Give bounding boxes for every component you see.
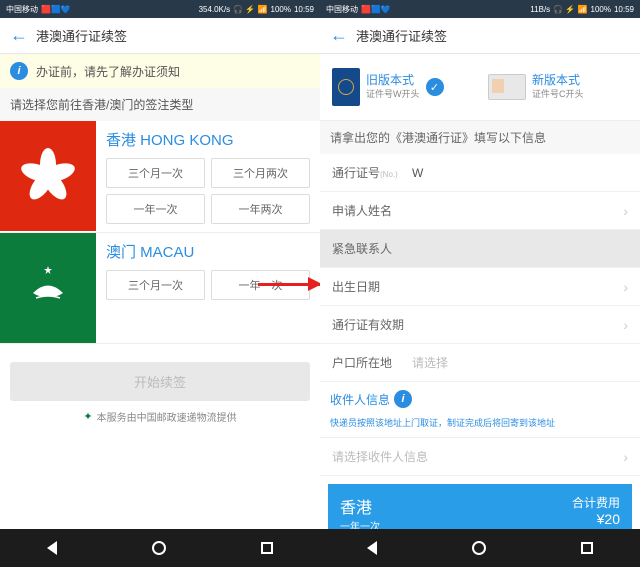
- hongkong-card: 香港 HONG KONG 三个月一次 三个月两次 一年一次 一年两次: [0, 121, 320, 233]
- right-screen: 中国移动🟥🟦💙 11B/s🎧 ⚡ 📶100%10:59 ← 港澳通行证续签 旧版…: [320, 0, 640, 567]
- info-icon[interactable]: i: [394, 390, 412, 408]
- page-title: 港澳通行证续签: [36, 26, 127, 45]
- left-screen: 中国移动🟥🟦💙 354.0K/s🎧 ⚡ 📶100%10:59 ← 港澳通行证续签…: [0, 0, 320, 567]
- service-note: ✦ 本服务由中国邮政速递物流提供: [0, 409, 320, 424]
- start-button[interactable]: 开始续签: [10, 362, 310, 401]
- status-bar: 中国移动🟥🟦💙 354.0K/s🎧 ⚡ 📶100%10:59: [0, 0, 320, 18]
- ems-icon: ✦: [83, 410, 92, 423]
- mo-opt-1y-once[interactable]: 一年一次: [211, 270, 310, 300]
- header: ← 港澳通行证续签: [0, 18, 320, 54]
- back-icon[interactable]: ←: [10, 25, 28, 46]
- status-bar-r: 中国移动🟥🟦💙 11B/s🎧 ⚡ 📶100%10:59: [320, 0, 640, 18]
- info-icon: i: [10, 62, 28, 80]
- permit-number-row[interactable]: 通行证号(No.) W: [320, 154, 640, 192]
- chevron-right-icon: ›: [623, 279, 628, 295]
- recipient-note: 快递员按照该地址上门取证，制证完成后将回寄到该地址: [320, 416, 640, 438]
- card-type-selector: 旧版本式证件号W开头 ✓ 新版本式证件号C开头: [320, 54, 640, 121]
- macau-name: 澳门 MACAU: [106, 241, 310, 262]
- applicant-name-row[interactable]: 申请人姓名›: [320, 192, 640, 230]
- header-r: ← 港澳通行证续签: [320, 18, 640, 54]
- hongkong-flag: [0, 121, 96, 231]
- hk-opt-1y-twice[interactable]: 一年两次: [211, 194, 310, 224]
- emergency-contact-row[interactable]: 紧急联系人: [320, 230, 640, 268]
- chevron-right-icon: ›: [623, 449, 628, 465]
- back-nav-icon[interactable]: [47, 541, 57, 555]
- hk-opt-1y-once[interactable]: 一年一次: [106, 194, 205, 224]
- recipient-header: 收件人信息 i: [320, 382, 640, 416]
- old-card-option[interactable]: 旧版本式证件号W开头 ✓: [328, 64, 476, 110]
- recent-nav-icon[interactable]: [581, 542, 593, 554]
- new-card-option[interactable]: 新版本式证件号C开头: [484, 64, 632, 110]
- page-title-r: 港澳通行证续签: [356, 26, 447, 45]
- notice-banner[interactable]: i 办证前，请先了解办证须知: [0, 54, 320, 88]
- recent-nav-icon[interactable]: [261, 542, 273, 554]
- macau-flag: [0, 233, 96, 343]
- home-nav-icon[interactable]: [472, 541, 486, 555]
- check-icon: ✓: [426, 78, 444, 96]
- hk-opt-3m-once[interactable]: 三个月一次: [106, 158, 205, 188]
- birthday-row[interactable]: 出生日期›: [320, 268, 640, 306]
- macau-card: 澳门 MACAU 三个月一次 一年一次: [0, 233, 320, 344]
- form-instructions: 请拿出您的《港澳通行证》填写以下信息: [320, 121, 640, 154]
- android-navbar-r: [320, 529, 640, 567]
- residence-row[interactable]: 户口所在地请选择: [320, 344, 640, 382]
- hk-opt-3m-twice[interactable]: 三个月两次: [211, 158, 310, 188]
- left-content: 请选择您前往香港/澳门的签注类型 香港 HONG KONG 三个月一次 三个月两…: [0, 88, 320, 567]
- card-icon: [488, 74, 526, 100]
- mo-opt-3m-once[interactable]: 三个月一次: [106, 270, 205, 300]
- back-icon-r[interactable]: ←: [330, 25, 348, 46]
- android-navbar: [0, 529, 320, 567]
- right-content: 旧版本式证件号W开头 ✓ 新版本式证件号C开头 请拿出您的《港澳通行证》填写以下…: [320, 54, 640, 567]
- visa-type-title: 请选择您前往香港/澳门的签注类型: [0, 88, 320, 121]
- back-nav-icon[interactable]: [367, 541, 377, 555]
- passport-icon: [332, 68, 360, 106]
- expiry-row[interactable]: 通行证有效期›: [320, 306, 640, 344]
- chevron-right-icon: ›: [623, 203, 628, 219]
- chevron-right-icon: ›: [623, 317, 628, 333]
- hongkong-name: 香港 HONG KONG: [106, 129, 310, 150]
- recipient-select-row[interactable]: 请选择收件人信息›: [320, 438, 640, 476]
- home-nav-icon[interactable]: [152, 541, 166, 555]
